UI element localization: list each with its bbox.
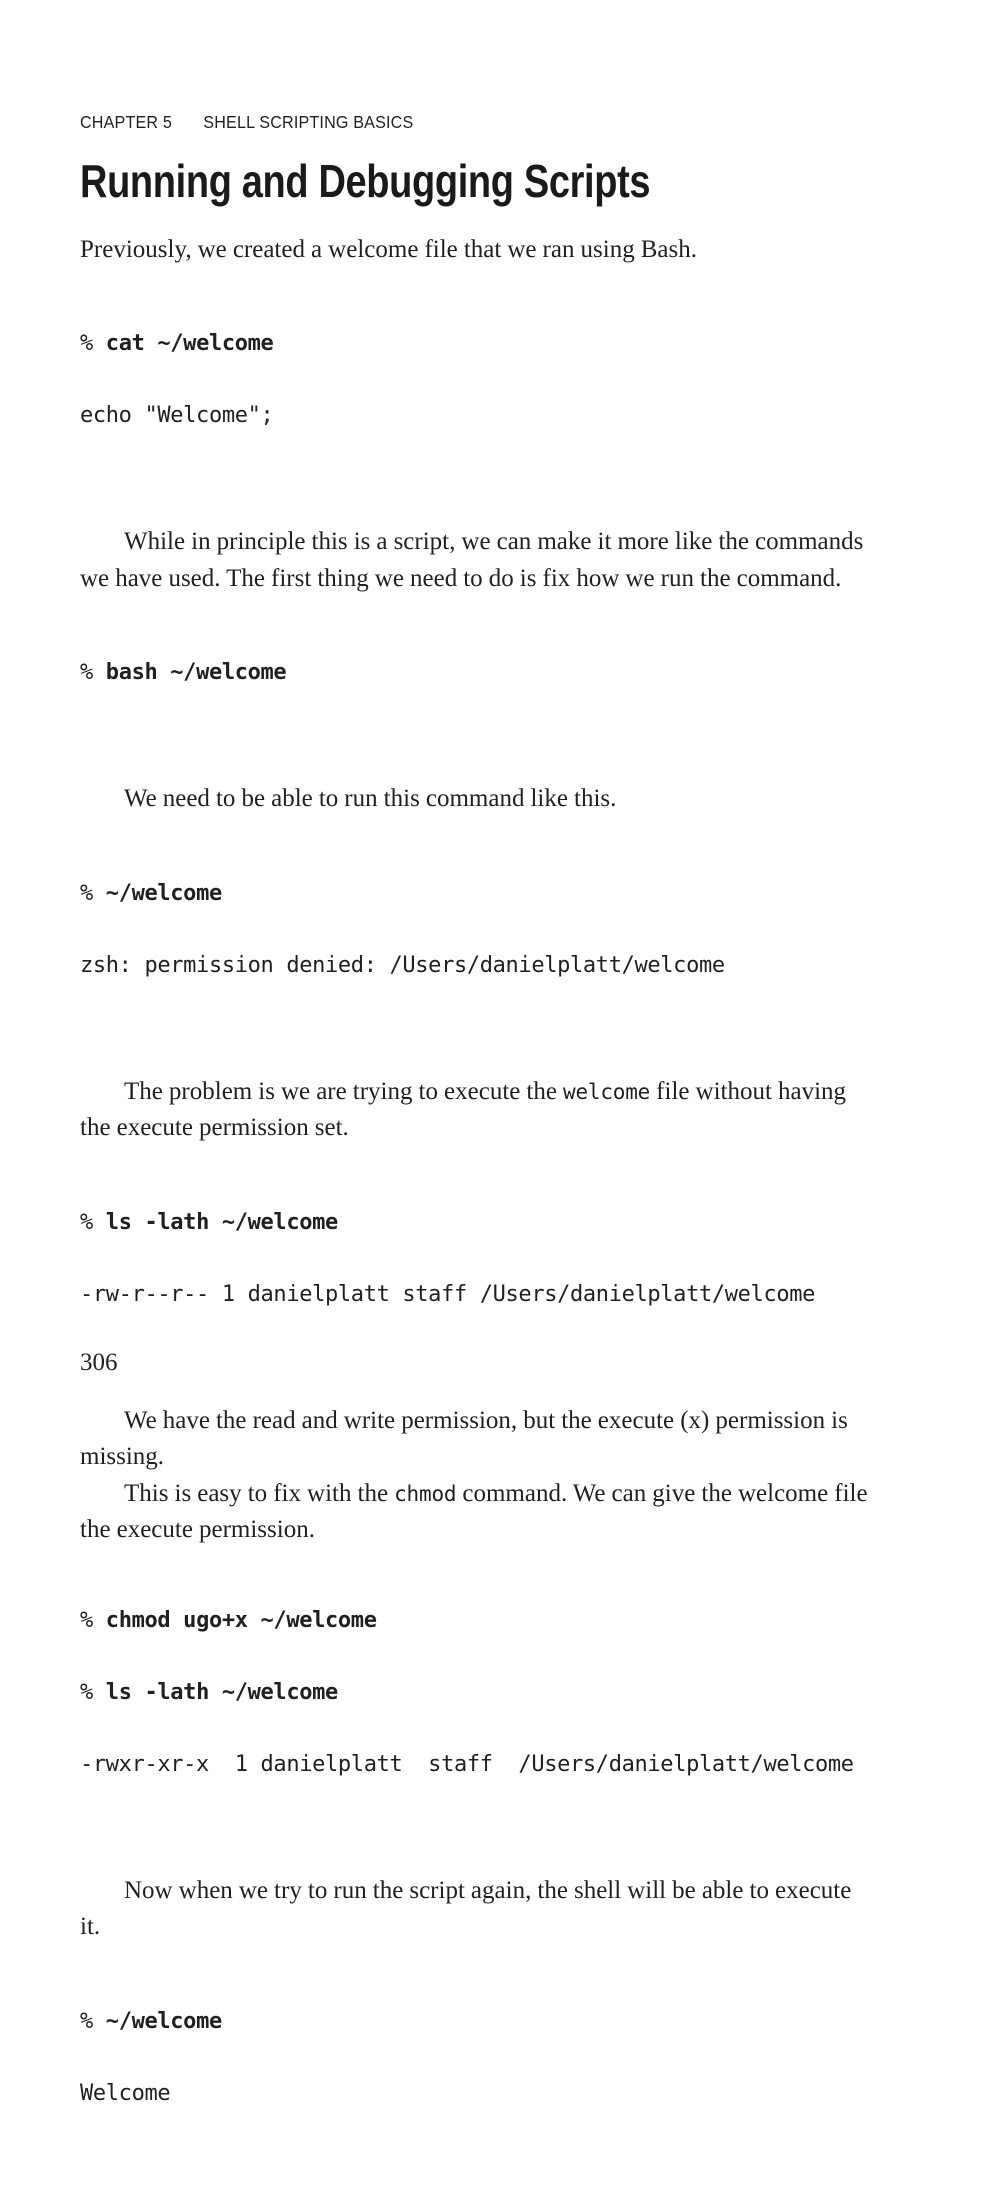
shell-prompt: % [80, 880, 106, 906]
code-block-chmod: % chmod ugo+x ~/welcome % ls -lath ~/wel… [80, 1567, 870, 1855]
code-command-line: % bash ~/welcome [80, 655, 870, 691]
paragraph-now-block: Now when we try to run the script again,… [80, 1873, 870, 1946]
paragraph-while: While in principle this is a script, we … [80, 528, 864, 592]
paragraph-intro: Previously, we created a welcome file th… [80, 235, 698, 263]
code-command-line: % ~/welcome [80, 2004, 870, 2040]
code-block-ls: % ls -lath ~/welcome -rw-r--r-- 1 daniel… [80, 1169, 870, 1385]
chapter-title: SHELL SCRIPTING BASICS [203, 112, 414, 132]
page-number: 306 [80, 1349, 118, 1376]
page-content: CHAPTER 5 SHELL SCRIPTING BASICS Running … [80, 112, 870, 2202]
code-command-line: % ls -lath ~/welcome [80, 1675, 870, 1711]
paragraph-permissions-block: We have the read and write permission, b… [80, 1403, 870, 1549]
code-command-line: % cat ~/welcome [80, 326, 870, 362]
code-block-bash: % bash ~/welcome [80, 619, 870, 763]
code-command-line: % chmod ugo+x ~/welcome [80, 1603, 870, 1639]
code-command-line: % ~/welcome [80, 876, 870, 912]
chapter-number: CHAPTER 5 [80, 112, 173, 132]
code-block-run: % ~/welcome Welcome [80, 1968, 870, 2184]
paragraph-while-block: While in principle this is a script, we … [80, 524, 870, 597]
shell-command: ~/welcome [105, 880, 222, 906]
paragraph-need: We need to be able to run this command l… [124, 785, 617, 813]
shell-prompt: % [80, 1679, 106, 1705]
shell-command: bash ~/welcome [105, 660, 287, 686]
code-command-line: % ls -lath ~/welcome [80, 1205, 870, 1241]
book-page: CHAPTER 5 SHELL SCRIPTING BASICS Running … [0, 0, 989, 2106]
page-title: Running and Debugging Scripts [80, 155, 651, 207]
paragraph-need-block: We need to be able to run this command l… [80, 781, 870, 818]
code-output-line: -rwxr-xr-x 1 danielplatt staff /Users/da… [80, 1751, 854, 1777]
code-output-line: zsh: permission denied: /Users/danielpla… [80, 952, 725, 978]
running-header: CHAPTER 5 SHELL SCRIPTING BASICS [80, 112, 807, 133]
paragraph-now: Now when we try to run the script again,… [80, 1876, 852, 1941]
paragraph-problem-text-1: The problem is we are trying to execute … [124, 1077, 564, 1105]
paragraph-problem-block: The problem is we are trying to execute … [80, 1074, 870, 1147]
shell-prompt: % [80, 1209, 106, 1235]
code-block-cat: % cat ~/welcome echo "Welcome"; [80, 290, 870, 506]
shell-command: ~/welcome [105, 2008, 222, 2034]
paragraph-readwrite: We have the read and write permission, b… [80, 1406, 848, 1471]
shell-command: chmod ugo+x ~/welcome [105, 1607, 377, 1633]
shell-prompt: % [80, 331, 106, 357]
shell-prompt: % [80, 2008, 106, 2034]
inline-code-chmod: chmod [394, 1481, 457, 1506]
shell-prompt: % [80, 660, 106, 686]
shell-command: ls -lath ~/welcome [105, 1679, 338, 1705]
shell-command: ls -lath ~/welcome [105, 1209, 338, 1235]
paragraph-chmod-text-1: This is easy to fix with the [124, 1479, 395, 1507]
paragraph-chmod-intro: This is easy to fix with the chmod comma… [80, 1476, 870, 1549]
inline-code-welcome: welcome [563, 1079, 651, 1104]
shell-command: cat ~/welcome [105, 331, 274, 357]
paragraph-intro-block: Previously, we created a welcome file th… [80, 232, 870, 269]
code-block-permission-denied: % ~/welcome zsh: permission denied: /Use… [80, 840, 870, 1056]
shell-prompt: % [80, 1607, 106, 1633]
paragraph-problem: The problem is we are trying to execute … [80, 1074, 870, 1147]
code-output-line: -rw-r--r-- 1 danielplatt staff /Users/da… [80, 1281, 816, 1307]
code-output-line: echo "Welcome"; [80, 403, 274, 429]
code-output-line: Welcome [80, 2080, 171, 2106]
